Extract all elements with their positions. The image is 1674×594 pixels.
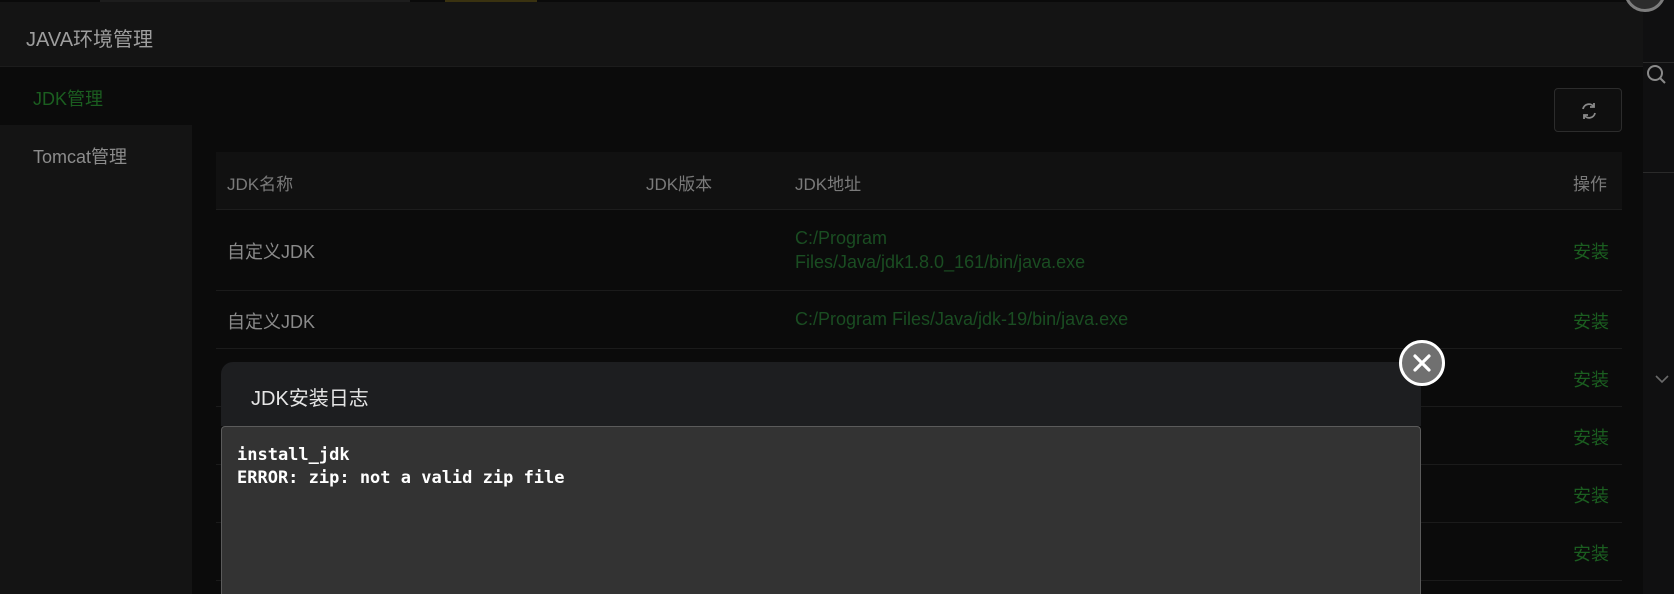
- sidebar-item-jdk[interactable]: JDK管理: [0, 67, 192, 125]
- install-link[interactable]: 安装: [1573, 308, 1609, 334]
- refresh-icon: [1582, 103, 1596, 119]
- install-link[interactable]: 安装: [1573, 366, 1609, 392]
- log-output[interactable]: install_jdk ERROR: zip: not a valid zip f…: [221, 426, 1421, 594]
- close-log-button[interactable]: [1399, 340, 1445, 386]
- log-line: ERROR: zip: not a valid zip file: [237, 468, 565, 488]
- dialog-title: JAVA环境管理: [26, 29, 154, 51]
- install-link[interactable]: 安装: [1573, 424, 1609, 450]
- sidebar-item-label: Tomcat管理: [33, 147, 128, 167]
- table-header: JDK名称 JDK版本 JDK地址 操作: [216, 152, 1622, 210]
- jdk-path: C:/Program Files/Java/jdk-19/bin/java.ex…: [795, 309, 1129, 329]
- log-line: install_jdk: [237, 445, 350, 465]
- install-log-modal: JDK安装日志 install_jdk ERROR: zip: not a val…: [221, 362, 1421, 594]
- jdk-path: C:/Program Files/Java/jdk1.8.0_161/bin/j…: [795, 228, 1086, 272]
- dialog-header: JAVA环境管理: [0, 2, 1643, 67]
- install-link[interactable]: 安装: [1573, 482, 1609, 508]
- log-modal-header: JDK安装日志: [221, 362, 1421, 426]
- install-link[interactable]: 安装: [1573, 238, 1609, 264]
- search-icon[interactable]: [1644, 62, 1672, 90]
- table-row: 自定义JDK C:/Program Files/Java/jdk-19/bin/…: [216, 291, 1622, 349]
- sidebar-item-label: JDK管理: [33, 89, 104, 109]
- divider: [1640, 172, 1674, 173]
- table-row: 自定义JDK C:/Program Files/Java/jdk1.8.0_16…: [216, 210, 1622, 291]
- column-header-version: JDK版本: [646, 175, 713, 194]
- close-icon: [1413, 354, 1431, 372]
- refresh-button[interactable]: [1554, 88, 1622, 132]
- chevron-down-icon[interactable]: [1652, 369, 1672, 389]
- column-header-name: JDK名称: [227, 175, 294, 194]
- jdk-name: 自定义JDK: [227, 312, 316, 332]
- app-root: JAVA环境管理 JDK管理 Tomcat管理 JDK名称 JDK版本 JDK地…: [0, 0, 1674, 594]
- log-modal-title: JDK安装日志: [251, 388, 369, 410]
- log-text: install_jdk ERROR: zip: not a valid zip f…: [237, 444, 565, 490]
- column-header-ops: 操作: [1573, 175, 1607, 194]
- close-icon: [1634, 0, 1656, 2]
- install-link[interactable]: 安装: [1573, 540, 1609, 566]
- jdk-name: 自定义JDK: [227, 242, 316, 262]
- sidebar-item-tomcat[interactable]: Tomcat管理: [0, 125, 192, 183]
- sidebar: JDK管理 Tomcat管理: [0, 67, 192, 594]
- column-header-path: JDK地址: [795, 175, 862, 194]
